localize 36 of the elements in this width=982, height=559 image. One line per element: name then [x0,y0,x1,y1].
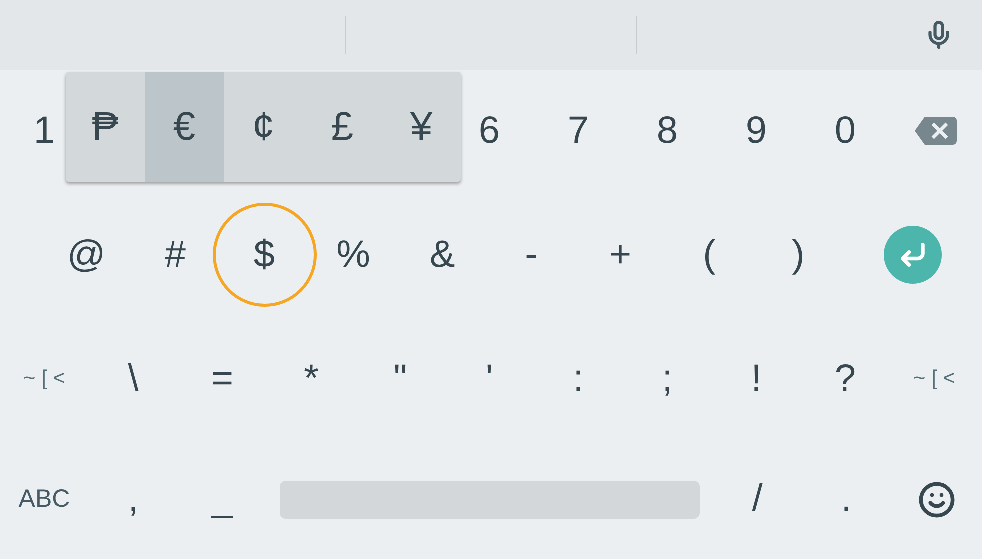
key[interactable]: * [282,349,342,409]
backspace-icon[interactable] [915,117,957,145]
key[interactable]: \ [104,349,164,409]
key[interactable]: 6 [460,101,520,161]
key[interactable]: & [412,225,472,285]
popup-key[interactable]: ¥ [382,72,461,182]
key[interactable]: 8 [638,101,698,161]
key[interactable]: - [502,225,562,285]
key[interactable]: $ [212,203,316,307]
key[interactable]: 7 [548,101,608,161]
popup-key[interactable]: € [145,72,224,182]
key[interactable]: ' [460,349,520,409]
key[interactable]: : [548,349,608,409]
popup-key[interactable]: ¢ [224,72,303,182]
key[interactable]: + [590,225,650,285]
key[interactable]: ) [768,225,828,285]
key[interactable]: 0 [816,101,876,161]
symbols-key[interactable]: ~ [ < [909,363,960,395]
popup-key[interactable]: £ [303,72,382,182]
key[interactable]: " [370,349,430,409]
key[interactable]: / [728,470,788,530]
symbols-key[interactable]: ~ [ < [19,363,70,395]
key[interactable]: , [104,470,164,530]
key[interactable]: ? [816,349,876,409]
key[interactable]: % [324,225,384,285]
key[interactable]: ; [638,349,698,409]
key[interactable]: = [192,349,252,409]
key[interactable]: ! [726,349,786,409]
key[interactable]: ( [680,225,740,285]
emoji-icon[interactable] [918,480,956,518]
key[interactable]: . [816,470,876,530]
key[interactable]: 9 [726,101,786,161]
key[interactable]: # [146,225,206,285]
key[interactable]: @ [56,225,116,285]
key[interactable]: _ [192,470,252,530]
abc-key[interactable]: ABC [14,480,74,518]
